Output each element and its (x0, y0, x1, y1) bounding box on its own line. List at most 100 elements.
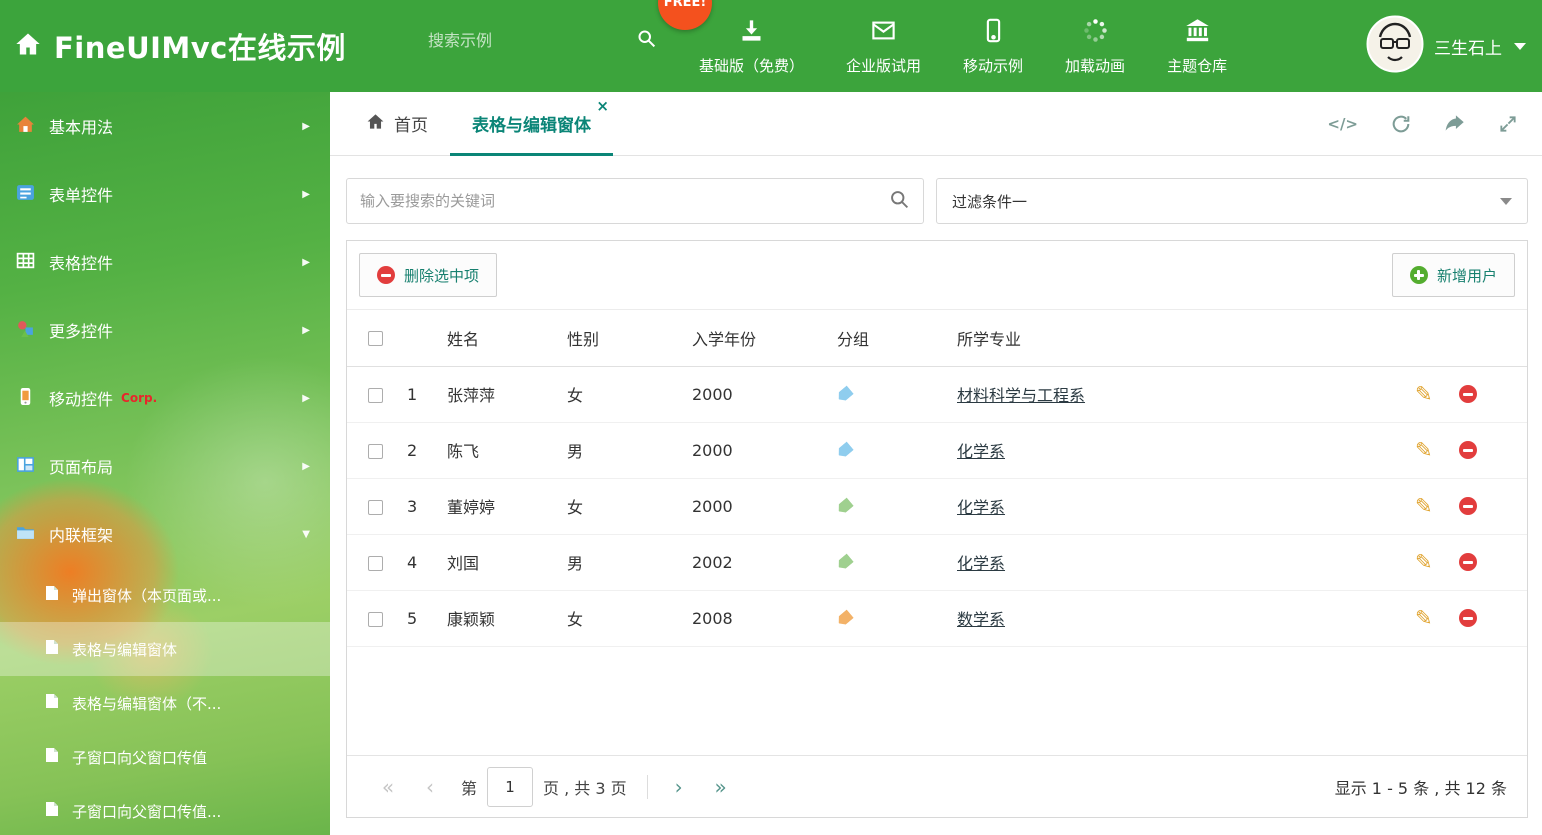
tag-icon (835, 385, 854, 403)
year-cell: 2000 (692, 478, 837, 535)
major-link[interactable]: 化学系 (957, 498, 1005, 517)
nav-theme-repo[interactable]: 主题仓库 (1146, 17, 1248, 76)
filter-dropdown[interactable]: 过滤条件一 (936, 178, 1528, 224)
free-badge: FREE! (658, 0, 712, 30)
header-nav: FREE! 基础版（免费） 企业版试用 移动示例 加载动画 主题仓库 (658, 0, 1248, 92)
chevron-right-icon: ▶ (302, 120, 310, 132)
page-number-input[interactable] (487, 766, 534, 807)
sidebar-child-label: 表格与编辑窗体（不... (72, 694, 222, 713)
edit-icon[interactable]: ✎ (1415, 607, 1433, 629)
next-page-button[interactable]: › (658, 775, 700, 799)
chevron-right-icon: ▶ (302, 256, 310, 268)
search-icon[interactable] (889, 189, 910, 214)
sidebar-child-label: 子窗口向父窗口传值 (72, 748, 208, 767)
tab-home[interactable]: 首页 (344, 92, 450, 155)
table-row: 4 刘国 男 2002 化学系 ✎ (347, 534, 1527, 591)
home-icon (16, 115, 35, 138)
sidebar-child-child-to-parent-2[interactable]: 子窗口向父窗口传值... (0, 784, 330, 835)
delete-row-icon[interactable] (1458, 497, 1477, 515)
column-name: 姓名 (447, 310, 567, 367)
avatar (1366, 15, 1424, 77)
expand-icon[interactable] (1498, 114, 1518, 134)
delete-row-icon[interactable] (1458, 553, 1477, 571)
column-actions (1415, 310, 1527, 367)
sidebar-child-popup-window[interactable]: 弹出窗体（本页面或... (0, 568, 330, 622)
share-icon[interactable] (1444, 113, 1466, 135)
sidebar-child-label: 表格与编辑窗体 (72, 640, 178, 659)
app: FineUIMvc在线示例 FREE! 基础版（免费） 企业版试用 (0, 0, 1542, 835)
column-group: 分组 (837, 310, 957, 367)
keyword-search-input[interactable] (360, 192, 889, 210)
envelope-icon (870, 17, 897, 48)
sidebar-item-page-layout[interactable]: 页面布局 ▶ (0, 432, 330, 500)
refresh-icon[interactable] (1390, 113, 1412, 135)
edit-icon[interactable]: ✎ (1415, 551, 1433, 573)
mobile-icon (980, 17, 1007, 48)
sidebar-item-more-controls[interactable]: 更多控件 ▶ (0, 296, 330, 364)
sidebar-child-grid-edit-window[interactable]: 表格与编辑窗体 (0, 622, 330, 676)
close-icon[interactable]: × (596, 99, 609, 114)
nav-basic-free[interactable]: FREE! 基础版（免费） (658, 0, 825, 76)
search-icon[interactable] (636, 28, 657, 53)
tab-tools: </> (1327, 92, 1542, 155)
row-checkbox[interactable] (368, 555, 383, 571)
delete-row-icon[interactable] (1458, 441, 1477, 459)
layout-icon (16, 455, 35, 478)
chevron-down-icon: ▼ (302, 528, 310, 540)
nav-mobile-demo[interactable]: 移动示例 (942, 17, 1044, 76)
name-cell: 张萍萍 (447, 366, 567, 423)
row-checkbox[interactable] (368, 499, 383, 515)
major-link[interactable]: 化学系 (957, 554, 1005, 573)
nav-label: 移动示例 (963, 56, 1024, 75)
tab-grid-edit-window[interactable]: 表格与编辑窗体 × (450, 92, 613, 156)
last-page-button[interactable]: » (700, 775, 742, 799)
row-checkbox[interactable] (368, 443, 383, 459)
sidebar-item-iframe[interactable]: 内联框架 ▼ (0, 500, 330, 568)
delete-selected-label: 删除选中项 (404, 266, 480, 285)
sidebar-child-child-to-parent[interactable]: 子窗口向父窗口传值 (0, 730, 330, 784)
sidebar-item-label: 更多控件 (49, 322, 114, 341)
sidebar-item-form-controls[interactable]: 表单控件 ▶ (0, 160, 330, 228)
major-link[interactable]: 材料科学与工程系 (957, 386, 1085, 405)
nav-enterprise-trial[interactable]: 企业版试用 (825, 17, 942, 76)
record-summary: 显示 1 - 5 条 , 共 12 条 (1334, 778, 1507, 798)
sidebar-child-grid-edit-window-2[interactable]: 表格与编辑窗体（不... (0, 676, 330, 730)
row-checkbox[interactable] (368, 611, 383, 627)
tag-icon (835, 553, 854, 571)
gender-cell: 男 (567, 422, 692, 479)
column-gender: 性别 (567, 310, 692, 367)
row-checkbox[interactable] (368, 387, 383, 403)
delete-row-icon[interactable] (1458, 609, 1477, 627)
filter-row: 过滤条件一 (330, 156, 1542, 224)
user-menu[interactable]: 三生石上 (1366, 0, 1526, 92)
home-icon (366, 112, 385, 136)
delete-selected-button[interactable]: 删除选中项 (359, 253, 498, 297)
major-link[interactable]: 化学系 (957, 442, 1005, 461)
delete-row-icon[interactable] (1458, 385, 1477, 403)
file-icon (44, 747, 60, 767)
add-user-button[interactable]: 新增用户 (1391, 253, 1515, 297)
edit-icon[interactable]: ✎ (1415, 439, 1433, 461)
sidebar-item-label: 表单控件 (49, 186, 114, 205)
first-page-button[interactable]: « (367, 775, 409, 799)
tag-icon (835, 497, 854, 515)
prev-page-button[interactable]: ‹ (409, 775, 451, 799)
sidebar-item-grid-controls[interactable]: 表格控件 ▶ (0, 228, 330, 296)
brand[interactable]: FineUIMvc在线示例 (14, 0, 346, 92)
tab-label: 表格与编辑窗体 (472, 116, 591, 136)
edit-icon[interactable]: ✎ (1415, 495, 1433, 517)
name-cell: 董婷婷 (447, 478, 567, 535)
sidebar-item-mobile-controls[interactable]: 移动控件 Corp. ▶ (0, 364, 330, 432)
sidebar-item-basic-usage[interactable]: 基本用法 ▶ (0, 92, 330, 160)
app-title: FineUIMvc在线示例 (54, 31, 346, 65)
header-search-input[interactable] (428, 31, 628, 50)
major-link[interactable]: 数学系 (957, 610, 1005, 629)
code-icon[interactable]: </> (1327, 115, 1358, 133)
home-icon (14, 30, 42, 62)
edit-icon[interactable]: ✎ (1415, 383, 1433, 405)
nav-loading-animation[interactable]: 加载动画 (1044, 17, 1146, 76)
row-index: 3 (407, 478, 447, 535)
select-all-checkbox[interactable] (368, 331, 383, 347)
sidebar-children: 弹出窗体（本页面或... 表格与编辑窗体 表格与编辑窗体（不... 子窗口向父窗… (0, 568, 330, 835)
gender-cell: 女 (567, 590, 692, 647)
